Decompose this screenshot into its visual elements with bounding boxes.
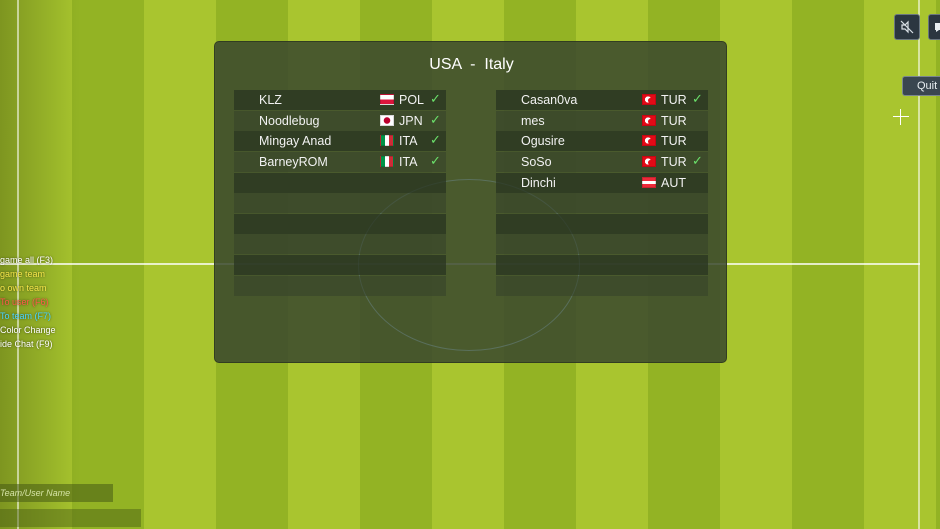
- chat-button[interactable]: [928, 14, 940, 40]
- match-lobby-panel: USA - Italy KLZ POL ✓ Noodlebug JPN ✓ Mi…: [214, 41, 727, 363]
- empty-slot[interactable]: [496, 234, 708, 255]
- player-name: BarneyROM: [259, 154, 328, 169]
- empty-slot[interactable]: [234, 213, 446, 234]
- player-name: KLZ: [259, 93, 282, 107]
- player-name: Ogusire: [521, 134, 565, 149]
- ready-check-icon: ✓: [430, 132, 441, 148]
- player-name: Dinchi: [521, 175, 556, 190]
- flag-turkey-icon: [642, 94, 656, 105]
- chat-menu-item[interactable]: ide Chat (F9): [0, 337, 56, 351]
- empty-slot[interactable]: [234, 193, 446, 214]
- empty-slot[interactable]: [496, 213, 708, 234]
- chat-menu-item[interactable]: To user (F6): [0, 295, 56, 309]
- country-code: ITA: [399, 134, 418, 149]
- country-code: JPN: [399, 113, 423, 128]
- empty-slot[interactable]: [234, 234, 446, 255]
- chat-menu-item[interactable]: To team (F7): [0, 309, 56, 323]
- match-title: USA - Italy: [429, 56, 514, 73]
- player-row[interactable]: Mingay Anad ITA ✓: [234, 131, 446, 152]
- chat-menu-item[interactable]: Color Change: [0, 323, 56, 337]
- player-row[interactable]: Dinchi AUT: [496, 172, 708, 193]
- flag-japan-icon: [380, 114, 394, 126]
- player-row[interactable]: SoSo TUR ✓: [496, 151, 708, 172]
- country-code: POL: [399, 93, 425, 107]
- speaker-muted-icon: [900, 20, 914, 34]
- chat-input[interactable]: [0, 509, 141, 527]
- chat-menu-item[interactable]: game team: [0, 267, 56, 281]
- country-code: TUR: [661, 113, 687, 128]
- flag-poland-icon: [380, 94, 394, 105]
- player-row[interactable]: Ogusire TUR: [496, 131, 708, 152]
- team-user-name-input[interactable]: Team/User Name: [0, 484, 113, 502]
- home-team-list: KLZ POL ✓ Noodlebug JPN ✓ Mingay Anad IT…: [234, 90, 446, 296]
- player-row[interactable]: KLZ POL ✓: [234, 90, 446, 110]
- chat-bubble-icon: [935, 23, 940, 32]
- ready-check-icon: ✓: [692, 152, 703, 168]
- flag-turkey-icon: [642, 135, 656, 147]
- empty-slot[interactable]: [234, 172, 446, 193]
- ready-check-icon: ✓: [430, 111, 441, 127]
- flag-italy-icon: [380, 135, 394, 147]
- player-row[interactable]: Noodlebug JPN ✓: [234, 110, 446, 131]
- player-name: SoSo: [521, 154, 552, 169]
- quit-button[interactable]: Quit: [902, 76, 940, 96]
- player-row[interactable]: BarneyROM ITA ✓: [234, 151, 446, 172]
- player-name: mes: [521, 113, 545, 128]
- empty-slot[interactable]: [496, 275, 708, 296]
- ready-check-icon: ✓: [430, 91, 441, 106]
- player-row[interactable]: mes TUR: [496, 110, 708, 131]
- chat-menu: game all (F3) game team o own team To us…: [0, 253, 56, 351]
- crosshair-cursor-icon: [893, 109, 909, 125]
- ready-check-icon: ✓: [430, 152, 441, 168]
- chat-menu-item[interactable]: game all (F3): [0, 253, 56, 267]
- empty-slot[interactable]: [234, 255, 446, 276]
- flag-italy-icon: [380, 155, 394, 167]
- empty-slot[interactable]: [234, 275, 446, 296]
- away-team-list: Casan0va TUR ✓ mes TUR Ogusire TUR SoSo …: [496, 90, 708, 296]
- player-name: Mingay Anad: [259, 134, 332, 149]
- player-name: Noodlebug: [259, 113, 320, 128]
- country-code: TUR: [661, 154, 687, 169]
- country-code: ITA: [399, 154, 418, 169]
- player-row[interactable]: Casan0va TUR ✓: [496, 90, 708, 110]
- country-code: TUR: [661, 134, 687, 149]
- country-code: AUT: [661, 175, 686, 190]
- flag-turkey-icon: [642, 155, 656, 167]
- flag-turkey-icon: [642, 114, 656, 126]
- empty-slot[interactable]: [496, 255, 708, 276]
- country-code: TUR: [661, 93, 687, 107]
- empty-slot[interactable]: [496, 193, 708, 214]
- mute-button[interactable]: [894, 14, 920, 40]
- ready-check-icon: ✓: [692, 91, 703, 106]
- player-name: Casan0va: [521, 93, 578, 107]
- flag-austria-icon: [642, 176, 656, 188]
- chat-menu-item[interactable]: o own team: [0, 281, 56, 295]
